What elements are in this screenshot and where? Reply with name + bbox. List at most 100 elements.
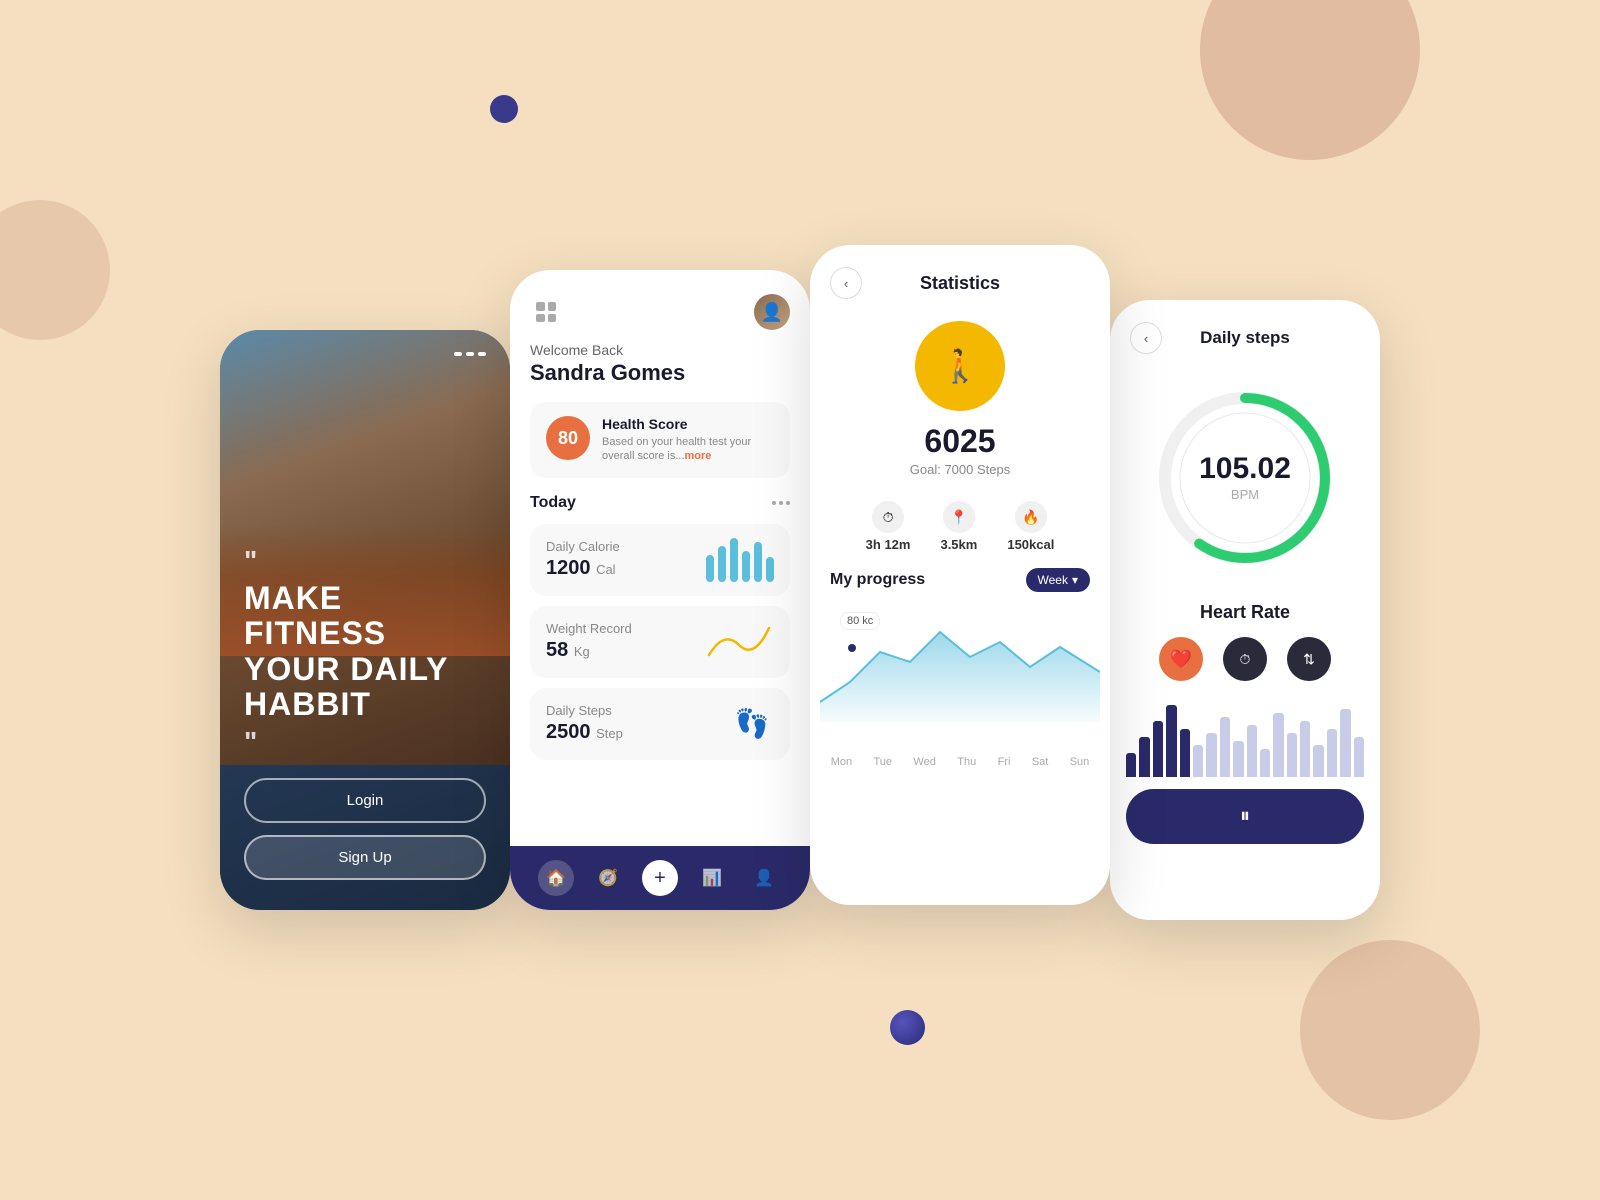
heartrate-back-button[interactable]: ‹: [1130, 322, 1162, 354]
pause-icon: ⏸: [1240, 805, 1250, 828]
floating-ball-bottom: [890, 1010, 925, 1045]
clock-icon[interactable]: ⏱: [1223, 637, 1267, 681]
weight-info: Weight Record 58 Kg: [546, 621, 632, 662]
hbar-14: [1300, 721, 1310, 777]
bpm-value: 105.02: [1199, 452, 1291, 486]
bpm-display: 105.02 BPM: [1199, 452, 1291, 504]
steps-value: 2500 Step: [546, 721, 623, 744]
calorie-title: Daily Calorie: [546, 539, 620, 554]
chart-label: 80 kc: [840, 612, 880, 630]
floating-ball-top: [490, 95, 518, 123]
phone-dashboard: 👤 Welcome Back Sandra Gomes 80 Health Sc…: [510, 270, 810, 910]
bar-5: [754, 542, 762, 582]
calorie-card[interactable]: Daily Calorie 1200 Cal: [530, 524, 790, 596]
metric-calories: 🔥 150kcal: [1007, 501, 1054, 552]
bar-1: [706, 555, 714, 581]
bar-3: [730, 538, 738, 582]
health-score-title: Health Score: [602, 416, 774, 432]
calorie-chart: [706, 538, 774, 582]
login-button[interactable]: Login: [244, 778, 486, 823]
metric-distance: 📍 3.5km: [940, 501, 977, 552]
hbar-13: [1287, 733, 1297, 777]
steps-icon-circle: 🚶: [915, 321, 1005, 411]
calories-icon: 🔥: [1015, 501, 1047, 533]
day-mon: Mon: [831, 756, 852, 768]
hbar-4: [1166, 705, 1176, 777]
stats-metrics: ⏱ 3h 12m 📍 3.5km 🔥 150kcal: [810, 493, 1110, 568]
my-progress-header: My progress Week ▾: [810, 568, 1110, 602]
nav-compass[interactable]: 🧭: [590, 860, 626, 896]
steps-goal: Goal: 7000 Steps: [910, 462, 1010, 477]
calories-value: 150kcal: [1007, 537, 1054, 552]
phone-heartrate: ‹ Daily steps 105.02 BPM Heart Rate ❤️ ⏱: [1110, 300, 1380, 920]
daily-steps-title: Daily steps: [1162, 328, 1328, 348]
bar-4: [742, 551, 750, 582]
health-info: Health Score Based on your health test y…: [602, 416, 774, 464]
pause-button[interactable]: ⏸: [1126, 789, 1364, 844]
heart-rate-title: Heart Rate: [1110, 594, 1380, 637]
chart-dot: [848, 644, 856, 652]
time-value: 3h 12m: [866, 537, 911, 552]
hbar-9: [1233, 741, 1243, 777]
stats-header: ‹ Statistics: [810, 245, 1110, 311]
hbar-5: [1180, 729, 1190, 777]
my-progress-label: My progress: [830, 571, 925, 589]
area-chart: 80 kc: [810, 602, 1110, 752]
hbar-3: [1153, 721, 1163, 777]
hbar-1: [1126, 753, 1136, 777]
heart-icons-row: ❤️ ⏱ ⇅: [1110, 637, 1380, 697]
steps-card[interactable]: Daily Steps 2500 Step 👣: [530, 688, 790, 760]
grid-icon[interactable]: [530, 296, 562, 328]
chart-days: Mon Tue Wed Thu Fri Sat Sun: [810, 752, 1110, 768]
weight-card[interactable]: Weight Record 58 Kg: [530, 606, 790, 678]
health-more-link[interactable]: more: [685, 450, 712, 462]
welcome-section: Welcome Back Sandra Gomes: [510, 342, 810, 402]
health-score-value: 80: [546, 416, 590, 460]
steps-info: Daily Steps 2500 Step: [546, 703, 623, 744]
hbar-2: [1139, 737, 1149, 777]
dashboard-header: 👤: [510, 270, 810, 342]
hbar-18: [1354, 737, 1364, 777]
bar-6: [766, 557, 774, 581]
phone-statistics: ‹ Statistics 🚶 6025 Goal: 7000 Steps ⏱ 3…: [810, 245, 1110, 905]
weight-title: Weight Record: [546, 621, 632, 636]
metric-time: ⏱ 3h 12m: [866, 501, 911, 552]
distance-value: 3.5km: [940, 537, 977, 552]
bottom-nav: 🏠 🧭 + 📊 👤: [510, 846, 810, 910]
bar-2: [718, 546, 726, 581]
nav-add[interactable]: +: [642, 860, 678, 896]
day-sun: Sun: [1070, 756, 1090, 768]
user-name: Sandra Gomes: [530, 360, 790, 386]
steps-title: Daily Steps: [546, 703, 623, 718]
hbar-10: [1247, 725, 1257, 777]
health-score-card: 80 Health Score Based on your health tes…: [530, 402, 790, 478]
nav-chart[interactable]: 📊: [694, 860, 730, 896]
phones-wrapper: " Make Fitness Your Daily Habbit " Login…: [60, 60, 1540, 1140]
nav-home[interactable]: 🏠: [538, 860, 574, 896]
hbar-7: [1206, 733, 1216, 777]
bpm-unit: BPM: [1231, 487, 1259, 502]
gauge-container: 105.02 BPM: [1110, 362, 1380, 594]
weight-curve-chart: [704, 620, 774, 664]
login-content: " Make Fitness Your Daily Habbit " Login…: [220, 525, 510, 910]
week-label: Week: [1038, 573, 1068, 587]
day-tue: Tue: [873, 756, 892, 768]
hbar-6: [1193, 745, 1203, 777]
week-selector[interactable]: Week ▾: [1026, 568, 1091, 592]
steps-circle-container: 🚶 6025 Goal: 7000 Steps: [810, 311, 1110, 493]
stats-title: Statistics: [920, 273, 1000, 294]
avatar[interactable]: 👤: [754, 294, 790, 330]
hbar-17: [1340, 709, 1350, 777]
transfer-icon[interactable]: ⇅: [1287, 637, 1331, 681]
time-icon: ⏱: [872, 501, 904, 533]
phone-login: " Make Fitness Your Daily Habbit " Login…: [220, 330, 510, 910]
calorie-info: Daily Calorie 1200 Cal: [546, 539, 620, 580]
more-options[interactable]: [772, 501, 790, 505]
hbar-12: [1273, 713, 1283, 777]
quote-open: ": [244, 545, 486, 577]
status-bar: [454, 352, 486, 356]
signup-button[interactable]: Sign Up: [244, 835, 486, 880]
heart-icon[interactable]: ❤️: [1159, 637, 1203, 681]
nav-user[interactable]: 👤: [746, 860, 782, 896]
back-button[interactable]: ‹: [830, 267, 862, 299]
